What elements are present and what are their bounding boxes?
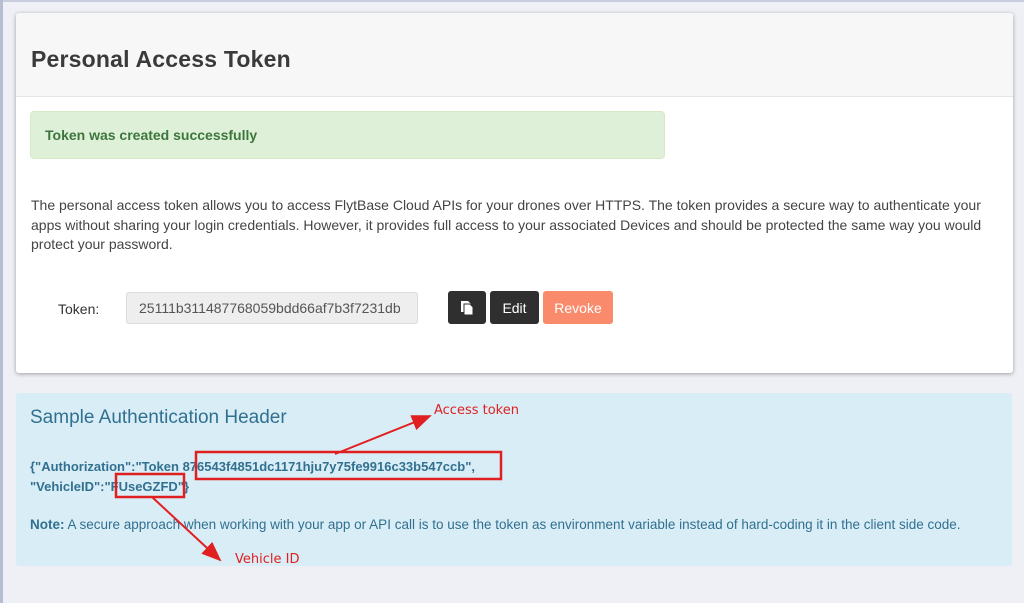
copy-icon: [448, 300, 486, 316]
auth-code-prefix: {"Authorization":"Token: [30, 459, 183, 474]
personal-access-token-card: Personal Access Token Token was created …: [16, 13, 1013, 373]
sample-header-title: Sample Authentication Header: [30, 407, 287, 428]
auth-token-value: 876543f4851dc1171hju7y75fe9916c33b547ccb: [182, 459, 466, 474]
revoke-token-button[interactable]: Revoke: [543, 291, 613, 324]
vehicle-code-line: "VehicleID":"FUseGZFD"}: [30, 479, 189, 494]
note-text: A secure approach when working with your…: [64, 517, 961, 532]
vehicle-id-annotation: Vehicle ID: [235, 552, 300, 567]
top-border: [0, 0, 1024, 2]
access-token-annotation: Access token: [434, 403, 519, 418]
security-note: Note: A secure approach when working wit…: [30, 515, 990, 535]
vehicle-id-value: FUseGZFD: [110, 479, 178, 494]
token-field[interactable]: 25111b311487768059bdd66af7b3f7231db: [126, 292, 418, 324]
edit-token-button[interactable]: Edit: [490, 291, 539, 324]
page-title: Personal Access Token: [31, 46, 291, 72]
auth-code-line: {"Authorization":"Token 876543f4851dc117…: [30, 459, 475, 474]
success-alert-text: Token was created successfully: [45, 127, 258, 143]
copy-token-button[interactable]: [448, 291, 486, 324]
vehicle-code-prefix: "VehicleID":": [30, 479, 111, 494]
auth-code-suffix: ",: [465, 459, 475, 474]
sample-auth-header-panel: Sample Authentication Header {"Authoriza…: [16, 393, 1012, 566]
vehicle-code-suffix: "}: [177, 479, 190, 494]
token-label: Token:: [58, 301, 100, 317]
token-description: The personal access token allows you to …: [31, 197, 982, 252]
success-alert: Token was created successfully: [30, 111, 665, 159]
note-label: Note:: [30, 517, 65, 532]
left-sidebar-edge: [0, 0, 3, 603]
